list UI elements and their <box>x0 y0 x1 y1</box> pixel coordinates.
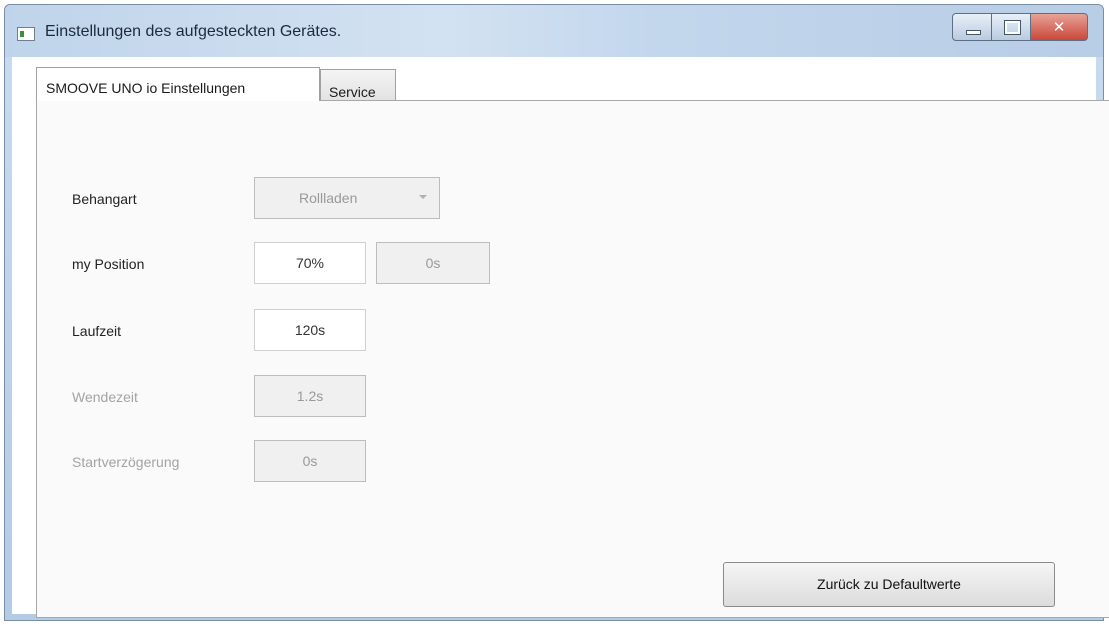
reset-defaults-button[interactable]: Zurück zu Defaultwerte <box>723 562 1055 607</box>
behangart-dropdown[interactable]: Rollladen <box>254 177 440 219</box>
close-button[interactable]: ✕ <box>1030 13 1088 41</box>
close-icon: ✕ <box>1052 18 1066 36</box>
behangart-value: Rollladen <box>299 190 358 206</box>
tab-service[interactable]: Service <box>320 69 396 101</box>
app-window-icon <box>17 27 35 41</box>
minimize-button[interactable] <box>952 13 992 41</box>
window-title: Einstellungen des aufgesteckten Gerätes. <box>45 23 342 40</box>
title-bar[interactable]: Einstellungen des aufgesteckten Gerätes.… <box>5 5 1103 57</box>
laufzeit-input[interactable]: 120s <box>254 309 366 351</box>
my-position-label: my Position <box>72 256 145 272</box>
settings-panel: Behangart Rollladen my Position 70% 0s L… <box>36 100 1109 618</box>
wendezeit-input[interactable]: 1.2s <box>254 375 366 417</box>
startverzoegerung-input[interactable]: 0s <box>254 440 366 482</box>
laufzeit-value: 120s <box>294 322 326 338</box>
my-position-time-value: 0s <box>425 255 441 271</box>
tab-smoove-settings[interactable]: SMOOVE UNO io Einstellungen <box>36 67 320 101</box>
startverzoegerung-label: Startverzögerung <box>72 454 180 470</box>
my-position-value: 70% <box>295 255 325 271</box>
tab-label: Service <box>329 84 376 100</box>
wendezeit-value: 1.2s <box>296 388 324 404</box>
startverzoegerung-value: 0s <box>302 453 318 469</box>
laufzeit-label: Laufzeit <box>72 323 122 339</box>
maximize-button[interactable] <box>991 13 1031 41</box>
window-client-area: SMOOVE UNO io Einstellungen Service Beha… <box>12 57 1109 618</box>
behangart-label: Behangart <box>72 191 137 207</box>
my-position-input[interactable]: 70% <box>254 242 366 284</box>
app-window: Einstellungen des aufgesteckten Gerätes.… <box>4 4 1109 621</box>
wendezeit-label: Wendezeit <box>72 389 138 405</box>
tab-label: SMOOVE UNO io Einstellungen <box>46 80 246 96</box>
chevron-down-icon <box>419 195 427 199</box>
my-position-time-input[interactable]: 0s <box>376 242 490 284</box>
